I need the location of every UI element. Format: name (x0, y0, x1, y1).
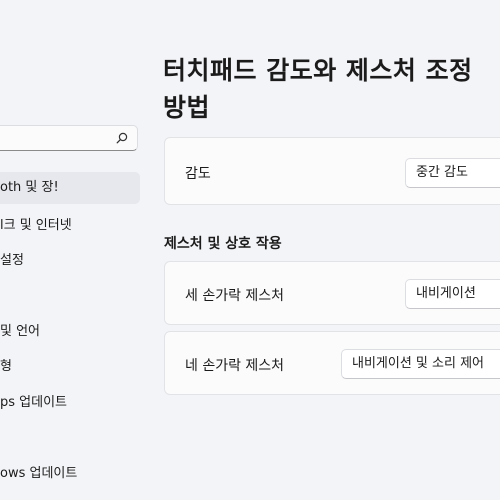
sidebar-item-label: 및 언어 (0, 324, 41, 339)
page-title: 터치패드 감도와 제스처 조정 방법 (163, 52, 500, 126)
three-finger-card: 세 손가락 제스처 내비게이션 (164, 261, 500, 325)
sensitivity-dropdown[interactable]: 중간 감도 (405, 158, 500, 188)
sidebar-item-label: ows 업데이트 (0, 466, 78, 481)
sidebar-item-update[interactable]: ps 업데이트 (0, 387, 140, 419)
search-icon (116, 132, 128, 144)
search-input[interactable] (0, 125, 138, 151)
three-finger-value: 내비게이션 (416, 286, 476, 301)
sidebar-item-personalization[interactable]: 설정 (0, 245, 140, 277)
sidebar-item-label: 설정 (0, 253, 24, 268)
settings-window: oth 및 장! l크 및 인터넷 설정 및 언어 형 ps 업데이트 ows … (0, 0, 500, 500)
four-finger-dropdown[interactable]: 내비게이션 및 소리 제어 (341, 349, 500, 379)
sidebar-item-gaming[interactable]: 형 (0, 351, 140, 383)
sidebar-item-windows-update[interactable]: ows 업데이트 (0, 458, 140, 490)
sidebar-item-bluetooth[interactable]: oth 및 장! (0, 172, 140, 204)
page-title-line2: 방법 (163, 93, 211, 122)
sidebar-item-label: oth 및 장! (0, 180, 59, 195)
sidebar-item-label: ps 업데이트 (0, 395, 67, 410)
sensitivity-value: 중간 감도 (416, 165, 468, 180)
sensitivity-label: 감도 (185, 166, 211, 182)
page-title-line1: 터치패드 감도와 제스처 조정 (163, 56, 473, 85)
three-finger-label: 세 손가락 제스처 (185, 288, 285, 304)
section-title: 제스처 및 상호 작용 (164, 236, 282, 252)
four-finger-label: 네 손가락 제스처 (185, 358, 285, 374)
sidebar-item-label: l크 및 인터넷 (0, 218, 72, 233)
sidebar-item-network[interactable]: l크 및 인터넷 (0, 210, 140, 242)
sidebar-item-label: 형 (0, 359, 12, 374)
four-finger-card: 네 손가락 제스처 내비게이션 및 소리 제어 (164, 331, 500, 395)
sidebar-item-time-language[interactable]: 및 언어 (0, 316, 140, 348)
sidebar: oth 및 장! l크 및 인터넷 설정 및 언어 형 ps 업데이트 ows … (0, 0, 150, 500)
three-finger-dropdown[interactable]: 내비게이션 (405, 279, 500, 309)
sensitivity-card: 감도 중간 감도 (164, 137, 500, 205)
four-finger-value: 내비게이션 및 소리 제어 (352, 356, 484, 371)
